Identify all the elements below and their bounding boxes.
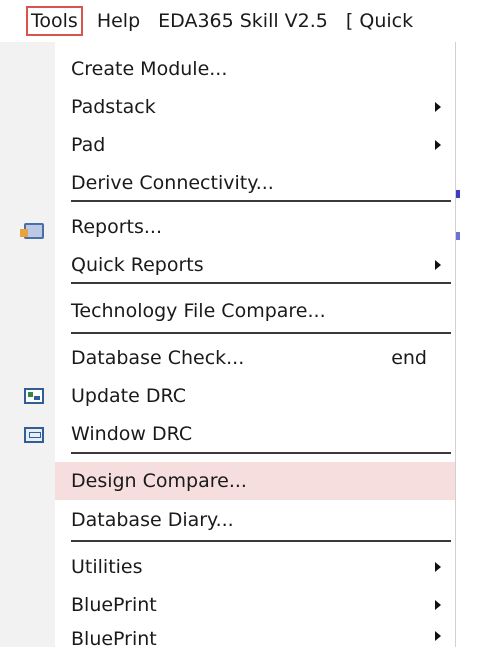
- menu-separator: [71, 200, 451, 202]
- menu-item-update-drc[interactable]: Update DRC: [55, 377, 455, 415]
- reports-icon: [20, 223, 44, 239]
- submenu-arrow-icon: [435, 600, 441, 610]
- menu-item-reports[interactable]: Reports...: [55, 208, 455, 246]
- menu-item-database-diary[interactable]: Database Diary...: [55, 501, 455, 539]
- menu-item-label: Window DRC: [71, 423, 193, 445]
- update-drc-icon: [24, 388, 44, 404]
- menu-item-utilities[interactable]: Utilities: [55, 548, 455, 586]
- menu-item-label: Database Check...: [71, 347, 245, 369]
- menu-item-label: BluePrint: [71, 594, 157, 616]
- submenu-arrow-icon: [435, 140, 441, 150]
- menu-separator: [71, 282, 451, 284]
- window-drc-icon: [24, 427, 44, 443]
- menu-item-label: Utilities: [71, 556, 143, 578]
- menu-bar: Tools Help EDA365 Skill V2.5 [ Quick: [0, 0, 482, 42]
- menu-item-label: Reports...: [71, 216, 163, 238]
- menu-tools[interactable]: Tools: [26, 6, 83, 36]
- menu-separator: [71, 540, 451, 542]
- menu-help-label: Help: [96, 10, 141, 32]
- menu-item-window-drc[interactable]: Window DRC: [55, 415, 455, 453]
- menu-item-database-check[interactable]: Database Check... end: [55, 339, 455, 377]
- menu-separator: [71, 452, 451, 454]
- menu-item-label: Pad: [71, 134, 106, 156]
- submenu-arrow-icon: [435, 562, 441, 572]
- tools-dropdown-menu: Create Module... Padstack Pad Derive Con…: [55, 42, 456, 647]
- menu-item-label: Technology File Compare...: [71, 300, 326, 322]
- menu-item-technology-file-compare[interactable]: Technology File Compare...: [55, 292, 455, 330]
- menu-quick[interactable]: [ Quick: [342, 6, 417, 36]
- menu-item-pad[interactable]: Pad: [55, 126, 455, 164]
- menu-item-quick-reports[interactable]: Quick Reports: [55, 246, 455, 284]
- menu-eda365-skill-label: EDA365 Skill V2.5: [158, 10, 328, 32]
- menu-item-blueprint-2[interactable]: BluePrint: [55, 624, 455, 647]
- menu-item-label: Padstack: [71, 96, 156, 118]
- menu-item-label: Derive Connectivity...: [71, 172, 274, 194]
- menu-item-label: Update DRC: [71, 385, 187, 407]
- menu-item-create-module[interactable]: Create Module...: [55, 50, 455, 88]
- menu-item-label: Quick Reports: [71, 254, 204, 276]
- menu-tools-label: Tools: [31, 10, 78, 32]
- menu-item-label: Design Compare...: [71, 470, 247, 492]
- menu-item-design-compare[interactable]: Design Compare...: [55, 462, 455, 500]
- menu-separator: [71, 332, 451, 334]
- menu-item-derive-connectivity[interactable]: Derive Connectivity...: [55, 164, 455, 202]
- submenu-arrow-icon: [435, 260, 441, 270]
- menu-quick-label: [ Quick: [345, 10, 414, 32]
- menu-item-label: Create Module...: [71, 58, 228, 80]
- icon-strip: [0, 42, 55, 647]
- shortcut-label: end: [391, 347, 427, 369]
- menu-item-blueprint[interactable]: BluePrint: [55, 586, 455, 624]
- menu-eda365-skill[interactable]: EDA365 Skill V2.5: [154, 6, 332, 36]
- submenu-arrow-icon: [435, 631, 441, 641]
- submenu-arrow-icon: [435, 102, 441, 112]
- menu-help[interactable]: Help: [93, 6, 144, 36]
- menu-item-padstack[interactable]: Padstack: [55, 88, 455, 126]
- menu-item-label: BluePrint: [71, 628, 157, 647]
- menu-item-label: Database Diary...: [71, 509, 234, 531]
